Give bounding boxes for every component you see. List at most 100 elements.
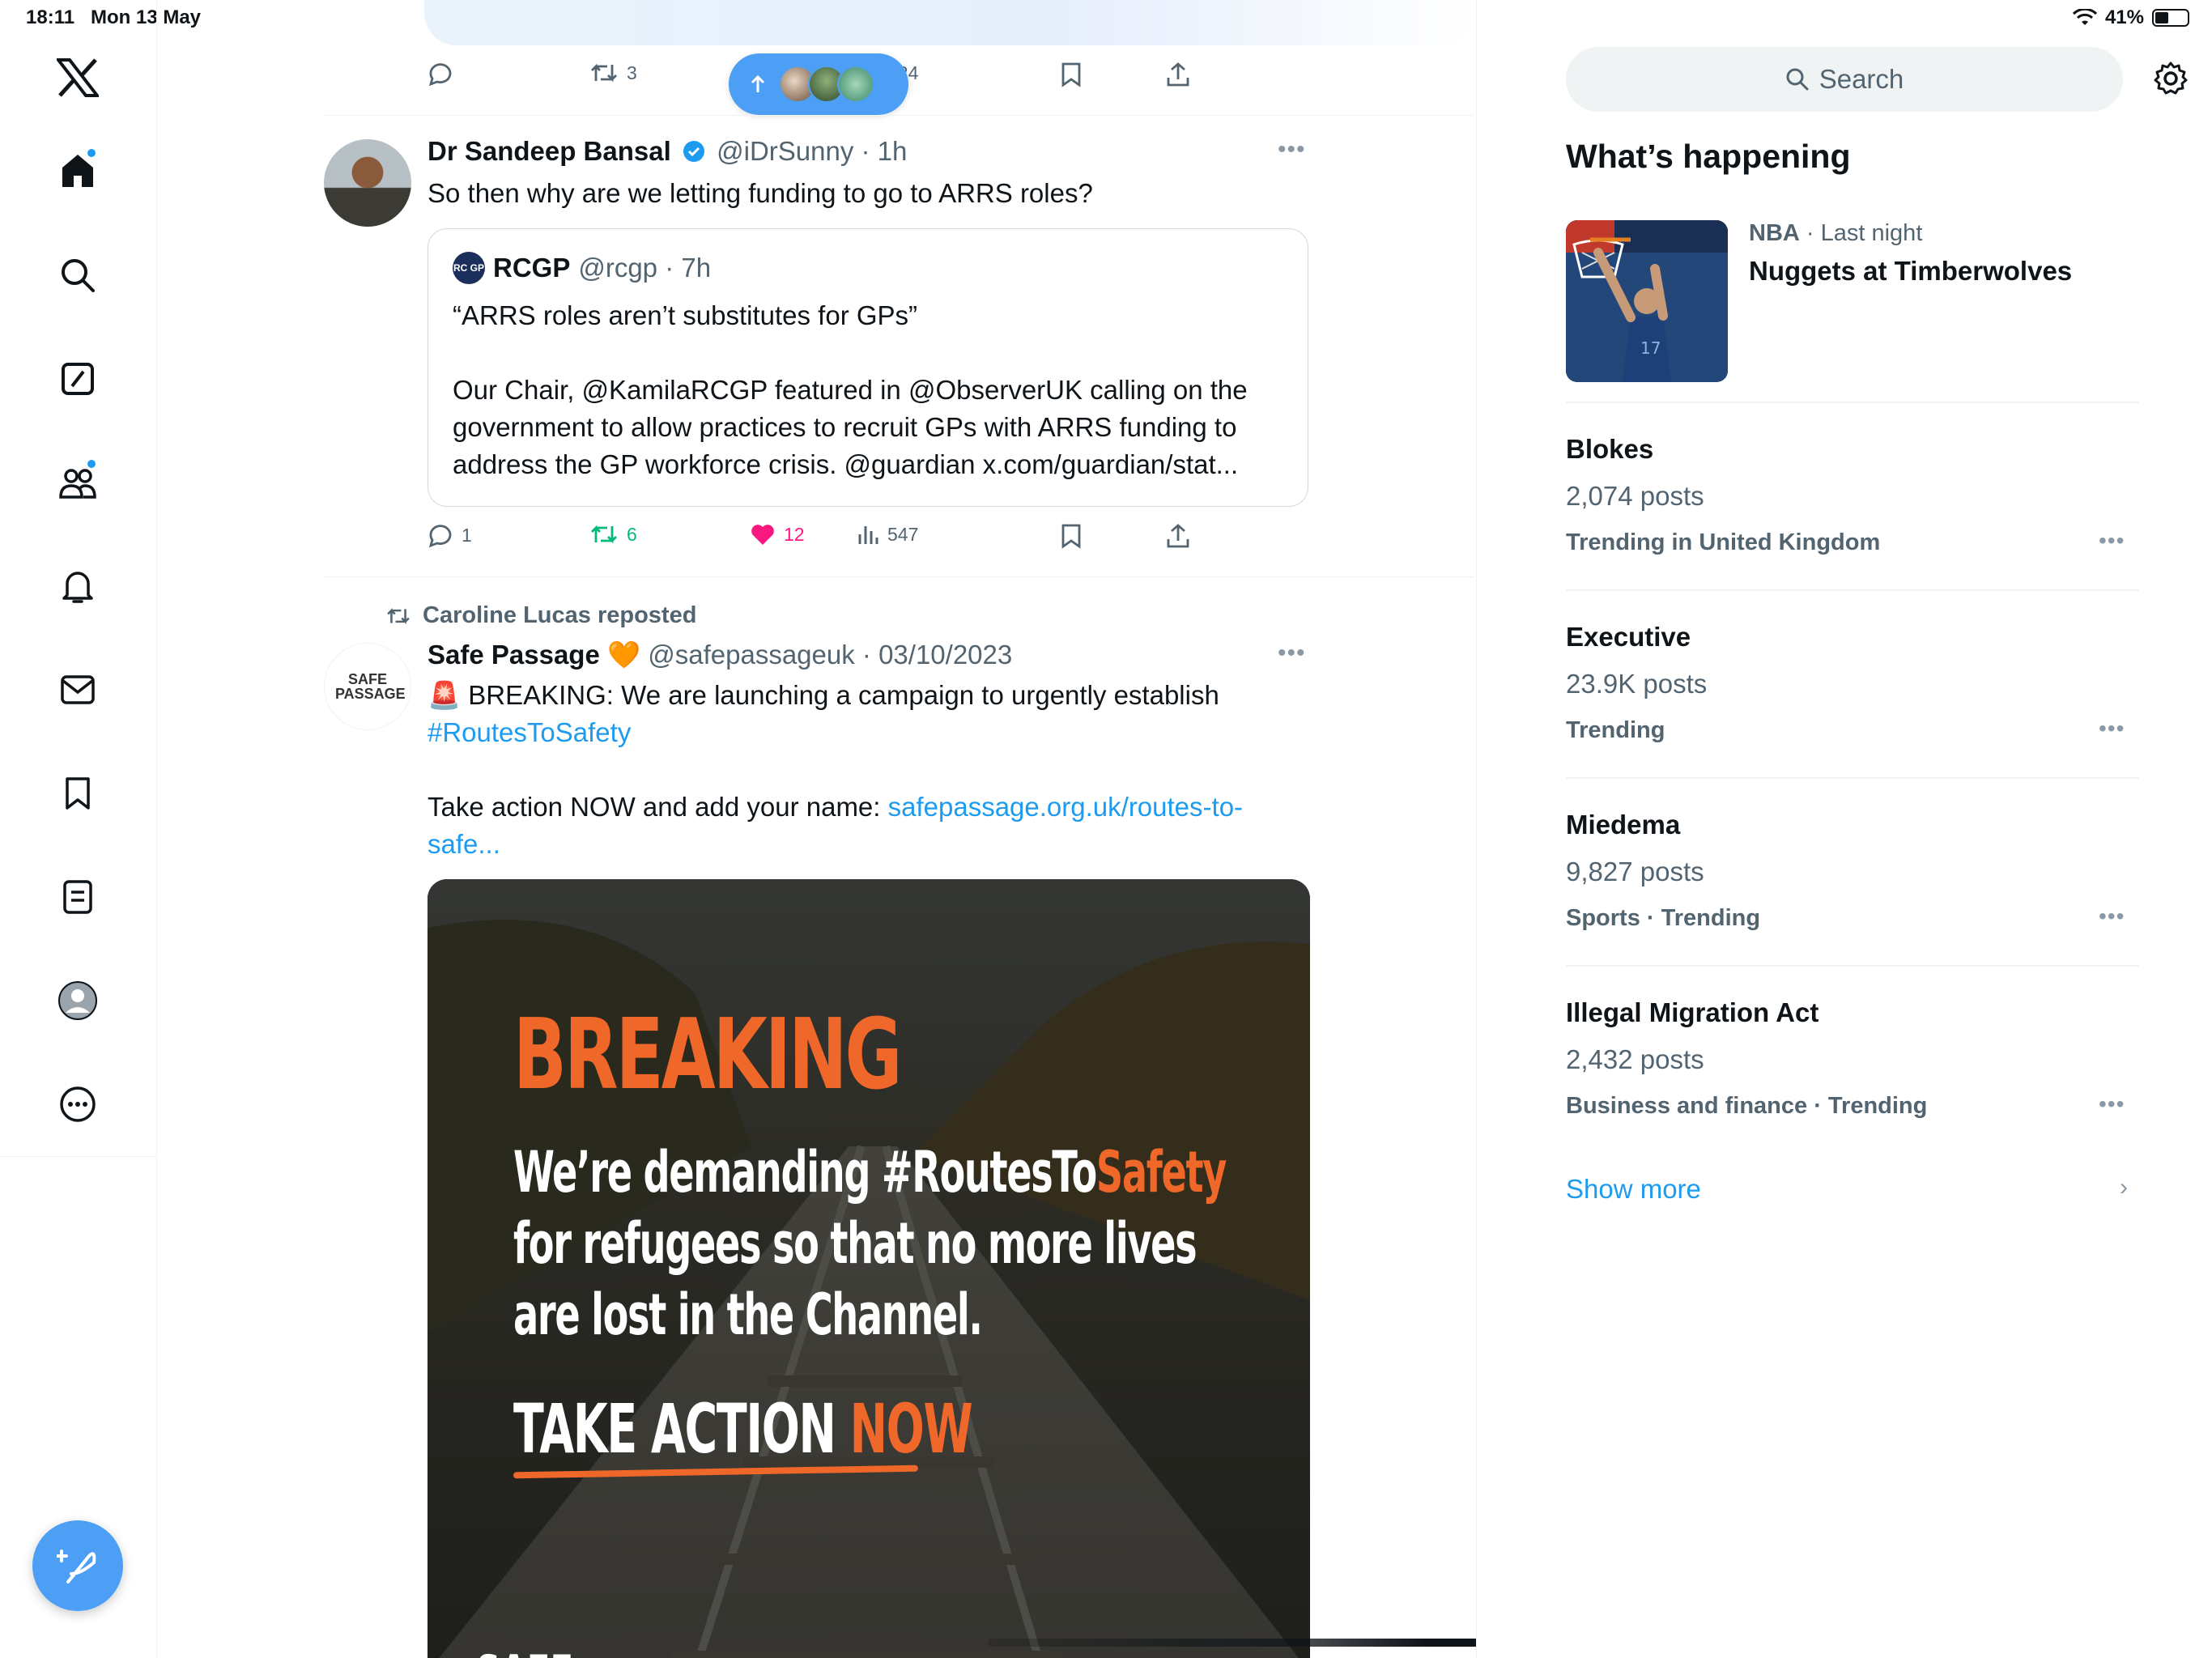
trend-name: Blokes — [1566, 434, 1654, 464]
tweet-text: 🚨 BREAKING: We are launching a campaign … — [428, 677, 1302, 863]
repost-button[interactable]: 6 — [589, 523, 637, 546]
trend-more-icon[interactable]: ••• — [2099, 716, 2125, 742]
trend-post-count: 9,827 posts — [1566, 857, 1704, 886]
tweet-more-icon[interactable]: ••• — [1278, 136, 1306, 164]
x-logo-icon[interactable] — [52, 52, 104, 104]
bookmark-button[interactable] — [1061, 523, 1082, 549]
author-avatar[interactable]: SAFE PASSAGE — [324, 643, 411, 730]
share-icon — [1167, 524, 1189, 548]
repost-icon — [387, 607, 410, 624]
media-call-to-action: TAKE ACTION NOW — [513, 1389, 973, 1469]
nav-communities-icon[interactable] — [52, 457, 104, 508]
settings-gear-icon[interactable] — [2149, 57, 2193, 100]
share-button[interactable] — [1166, 523, 1190, 549]
trend-name: Miedema — [1566, 810, 1681, 840]
reposted-by-label[interactable]: Caroline Lucas reposted — [423, 602, 696, 629]
post-divider — [324, 576, 1474, 577]
tweet-actions: 1 6 12 547 — [428, 523, 1237, 563]
safe-passage-logo: SAFE PASSAGE — [335, 671, 406, 702]
share-icon — [1167, 62, 1189, 87]
repost-button[interactable]: 3 — [589, 62, 637, 84]
tweet-media-image[interactable]: BREAKING We’re demanding #RoutesToSafety… — [428, 879, 1310, 1658]
nav-messages-icon[interactable] — [52, 664, 104, 716]
wifi-icon — [2072, 9, 2097, 25]
chevron-right-icon[interactable]: › — [2120, 1174, 2128, 1201]
home-notification-dot — [86, 147, 97, 159]
search-icon — [1786, 68, 1809, 91]
author-name[interactable]: Dr Sandeep Bansal — [428, 136, 671, 166]
featured-trend-thumbnail[interactable]: 17 — [1566, 220, 1728, 382]
nav-bookmarks-icon[interactable] — [52, 767, 104, 819]
timeline-feed[interactable]: 3 824 Dr Sandeep Bansal @iDrSunny · 1h •… — [157, 0, 1477, 1658]
trend-more-icon[interactable]: ••• — [2099, 1091, 2125, 1117]
trend-name: Executive — [1566, 622, 1691, 652]
trend-more-icon[interactable]: ••• — [2099, 903, 2125, 929]
like-button[interactable]: 12 — [750, 523, 805, 546]
media-body-text: We’re demanding #RoutesToSafety for refu… — [513, 1139, 1227, 1348]
bookmark-icon — [1061, 62, 1081, 87]
quoted-tweet-text: “ARRS roles aren’t substitutes for GPs” … — [453, 300, 1248, 479]
author-avatar[interactable] — [324, 139, 411, 227]
reply-button[interactable]: 1 — [428, 523, 472, 547]
quoted-author-handle-time: @rcgp · 7h — [578, 253, 712, 283]
battery-icon — [2152, 9, 2189, 27]
nav-search-icon[interactable] — [52, 249, 104, 301]
siren-emoji: 🚨 — [428, 680, 462, 710]
nav-profile-avatar-icon[interactable] — [52, 975, 104, 1027]
trend-category: Trending in United Kingdom — [1566, 529, 1881, 555]
tweet-more-icon[interactable]: ••• — [1278, 640, 1306, 667]
nav-notifications-icon[interactable] — [52, 560, 104, 612]
reply-icon — [428, 63, 452, 86]
nav-lists-icon[interactable] — [52, 871, 104, 923]
quoted-author-avatar: RC GP — [453, 252, 485, 284]
reply-button[interactable] — [428, 62, 462, 86]
trend-more-icon[interactable]: ••• — [2099, 528, 2125, 554]
views-icon — [858, 526, 878, 544]
repost-icon — [591, 525, 617, 544]
media-bottom-text: SAFE — [476, 1645, 573, 1658]
trend-post-count: 23.9K posts — [1566, 669, 1708, 699]
bookmark-button[interactable] — [1061, 62, 1082, 87]
author-handle-time[interactable]: @iDrSunny · 1h — [717, 136, 907, 166]
repost-icon — [591, 63, 617, 83]
previous-post-media-edge — [424, 0, 1476, 45]
tweet-header: Safe Passage 🧡 @safepassageuk · 03/10/20… — [428, 640, 1012, 671]
share-button[interactable] — [1166, 62, 1190, 87]
tweet-text: So then why are we letting funding to go… — [428, 178, 1093, 208]
compose-feather-icon — [57, 1550, 96, 1584]
home-indicator[interactable] — [988, 1639, 1476, 1647]
svg-text:17: 17 — [1640, 338, 1661, 358]
media-headline: BREAKING — [513, 999, 902, 1112]
compose-post-button[interactable] — [32, 1520, 123, 1611]
author-handle-time[interactable]: @safepassageuk · 03/10/2023 — [648, 640, 1012, 670]
trend-category: Trending — [1566, 717, 1665, 743]
new-posts-pill[interactable] — [729, 53, 908, 115]
repost-context: Caroline Lucas reposted — [385, 602, 696, 629]
orange-heart-emoji: 🧡 — [606, 640, 641, 670]
trend-category: Sports · Trending — [1566, 905, 1761, 931]
nav-grok-icon[interactable] — [52, 353, 104, 405]
communities-notification-dot — [86, 458, 97, 470]
trend-divider — [1566, 965, 2139, 967]
trend-category: Business and finance · Trending — [1566, 1093, 1928, 1119]
trend-post-count: 2,432 posts — [1566, 1044, 1704, 1074]
search-input[interactable]: Search — [1566, 47, 2123, 112]
quoted-tweet[interactable]: RC GP RCGP @rcgp · 7h “ARRS roles aren’t… — [428, 228, 1308, 507]
nav-home-icon[interactable] — [52, 144, 104, 196]
new-post-avatar — [837, 66, 874, 103]
arrow-up-icon — [751, 74, 765, 92]
nav-more-icon[interactable] — [52, 1078, 104, 1130]
quoted-tweet-header: RC GP RCGP @rcgp · 7h — [453, 252, 711, 284]
hashtag-link[interactable]: #RoutesToSafety — [428, 714, 1302, 751]
search-placeholder: Search — [1819, 64, 1904, 94]
post-divider — [324, 115, 1474, 116]
quoted-author-name: RCGP — [493, 253, 571, 283]
author-name[interactable]: Safe Passage — [428, 640, 600, 670]
status-indicators: 41% — [2072, 6, 2189, 29]
battery-percent: 41% — [2104, 6, 2144, 28]
trend-divider — [1566, 402, 2139, 403]
trend-divider — [1566, 777, 2139, 779]
tweet-header: Dr Sandeep Bansal @iDrSunny · 1h — [428, 136, 907, 167]
show-more-link[interactable]: Show more — [1566, 1174, 1701, 1205]
views-button[interactable]: 547 — [857, 523, 918, 546]
